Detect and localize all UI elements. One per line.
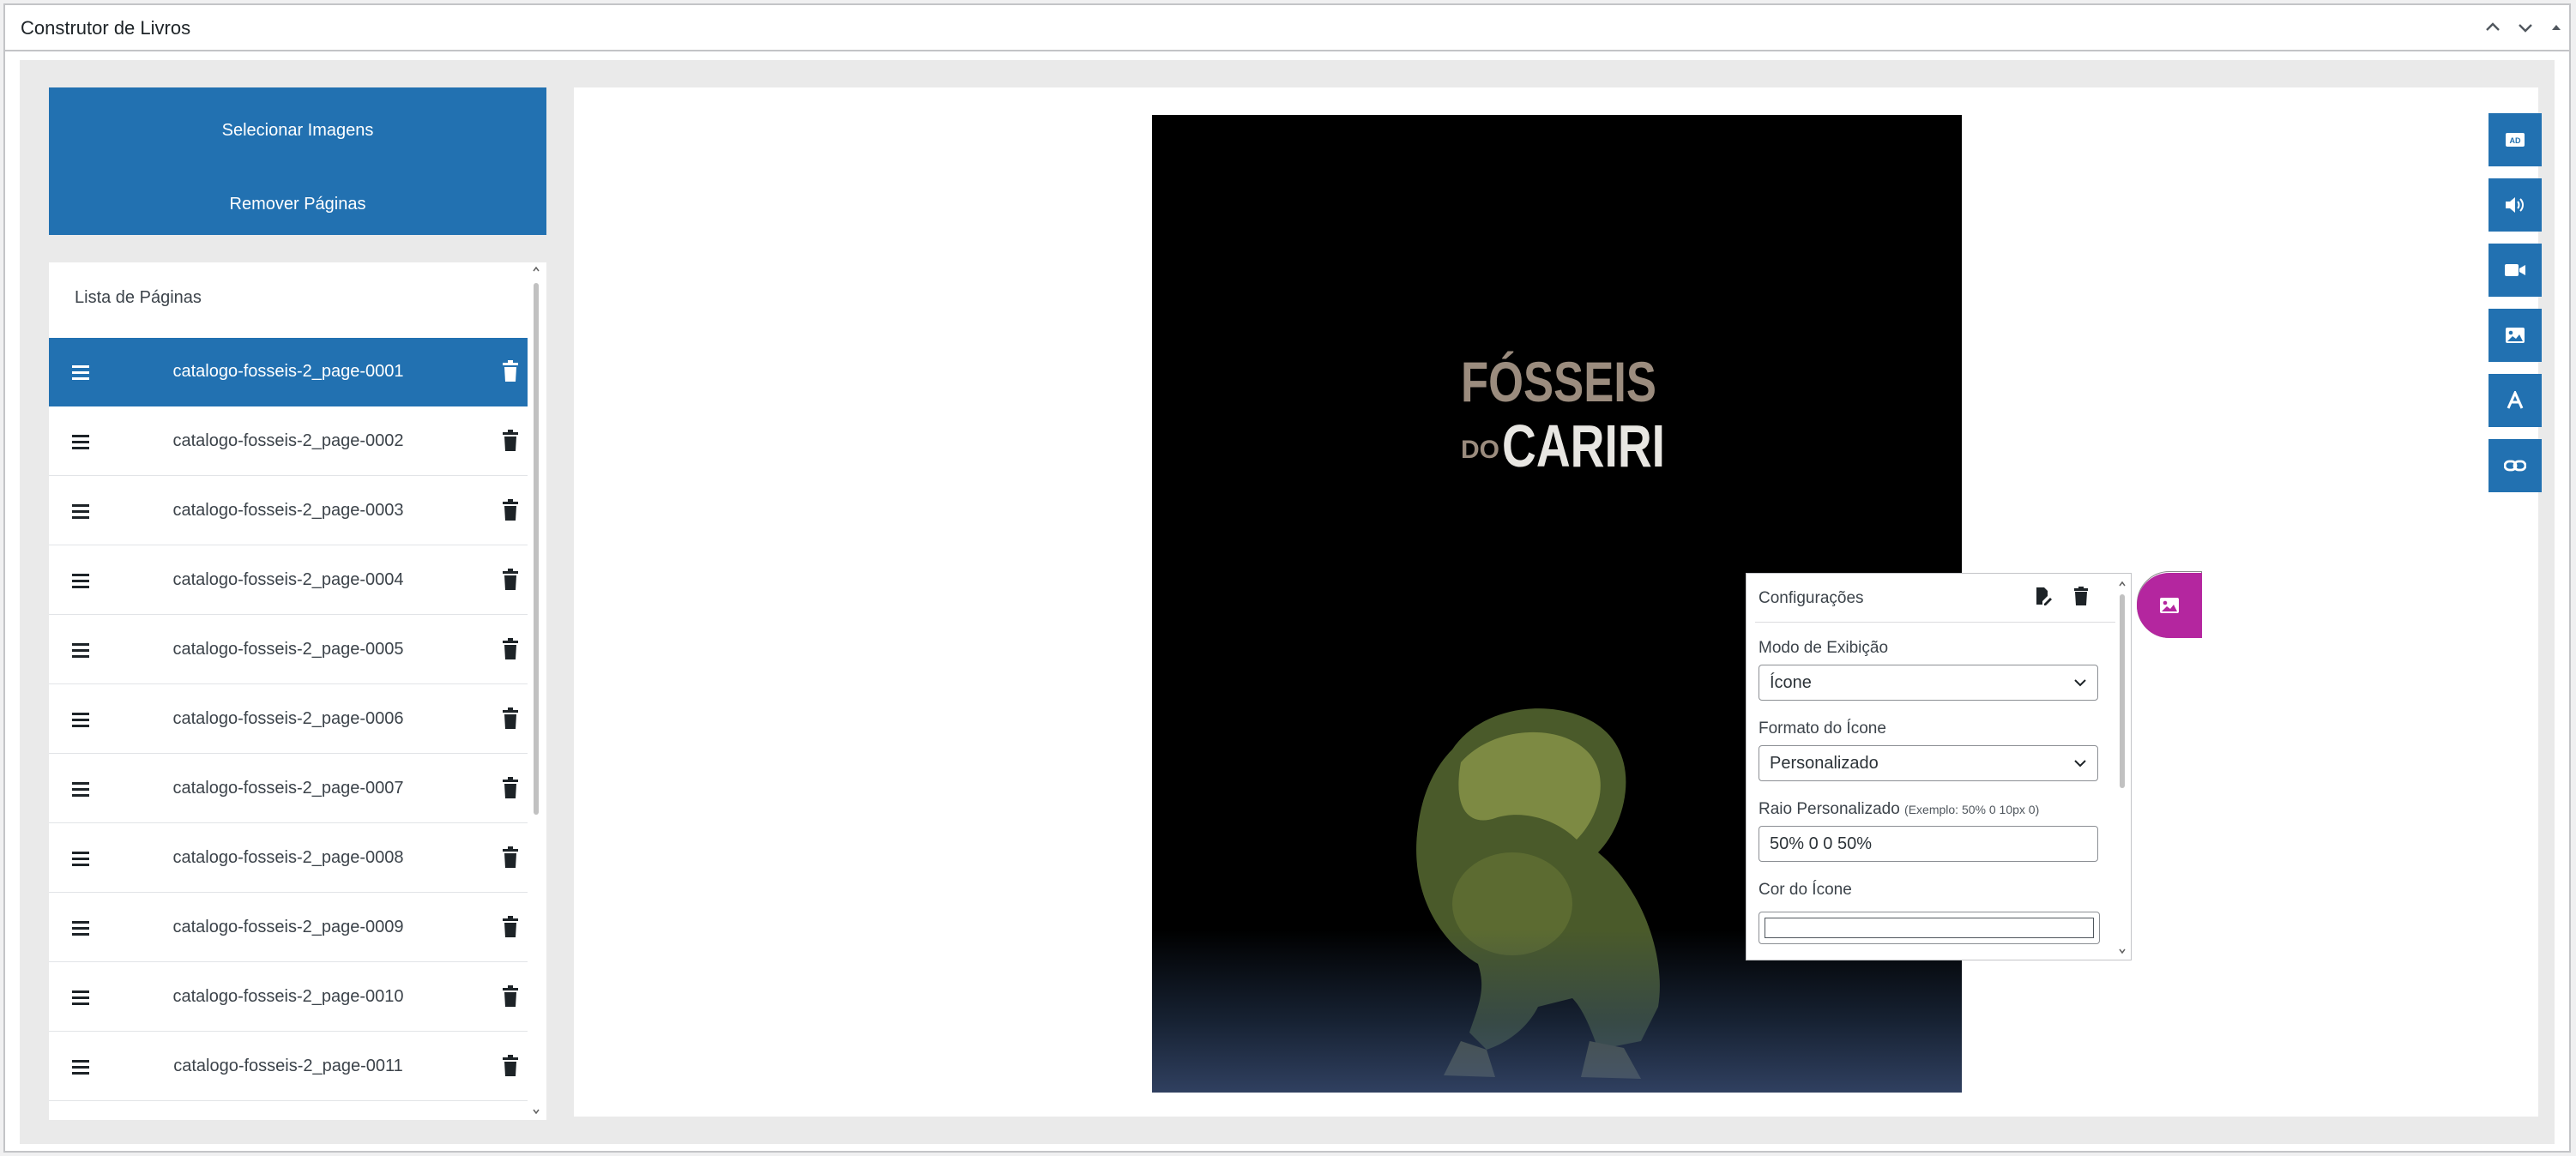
page-list-item[interactable]: catalogo-fosseis-2_page-0009 (49, 894, 528, 962)
page-name: catalogo-fosseis-2_page-0004 (172, 570, 404, 589)
image-button[interactable] (2489, 309, 2542, 362)
chevron-up-icon (2486, 22, 2500, 31)
custom-radius-label: Raio Personalizado (Exemplo: 50% 0 10px … (1759, 800, 2039, 819)
image-icon (2506, 328, 2525, 343)
trash-icon[interactable] (502, 707, 519, 730)
video-icon (2505, 264, 2525, 276)
page-name: catalogo-fosseis-2_page-0003 (172, 501, 404, 520)
page-name: catalogo-fosseis-2_page-0002 (172, 431, 404, 450)
select-images-button[interactable]: Selecionar Imagens (49, 105, 546, 156)
link-icon (2504, 460, 2526, 472)
settings-scrollbar[interactable] (2117, 581, 2127, 958)
link-button[interactable] (2489, 439, 2542, 492)
panel-header: Construtor de Livros (5, 5, 2569, 51)
trash-icon[interactable] (502, 499, 519, 521)
page-name: catalogo-fosseis-2_page-0007 (172, 779, 404, 798)
volume-icon (2506, 197, 2524, 213)
icon-color-label: Cor do Ícone (1759, 881, 1852, 899)
page-actions: Selecionar Imagens Remover Páginas (49, 87, 546, 235)
video-button[interactable] (2489, 244, 2542, 297)
settings-title: Configurações (1759, 589, 1864, 607)
icon-color-picker[interactable] (1759, 912, 2100, 944)
trash-icon[interactable] (502, 360, 519, 382)
page-name: catalogo-fosseis-2_page-0009 (172, 918, 404, 936)
edit-element-button[interactable] (2033, 586, 2054, 606)
panel-title: Construtor de Livros (21, 17, 191, 39)
trash-icon[interactable] (502, 430, 519, 452)
image-icon (2160, 598, 2179, 613)
pages-list-scroll-thumb[interactable] (534, 283, 539, 815)
move-up-button[interactable] (2481, 15, 2505, 39)
page-name: catalogo-fosseis-2_page-0010 (172, 987, 404, 1006)
page-name: catalogo-fosseis-2_page-0001 (172, 362, 404, 381)
pages-list-title: Lista de Páginas (75, 288, 202, 307)
page-list-item[interactable]: catalogo-fosseis-2_page-0007 (49, 755, 528, 823)
scroll-down-arrow-icon[interactable] (533, 1108, 540, 1115)
icon-format-value: Personalizado (1770, 754, 1879, 773)
page-list-item[interactable]: catalogo-fosseis-2_page-0002 (49, 407, 528, 476)
move-down-button[interactable] (2513, 15, 2537, 39)
audio-description-icon: AD (2506, 133, 2525, 147)
trash-icon[interactable] (502, 638, 519, 660)
page-name: catalogo-fosseis-2_page-0011 (173, 1057, 403, 1075)
icon-format-select[interactable]: Personalizado (1759, 745, 2098, 781)
page-list-item[interactable]: catalogo-fosseis-2_page-0004 (49, 546, 528, 615)
chevron-down-icon (2074, 679, 2086, 687)
logo-line-1: FÓSSEIS (1461, 350, 1656, 413)
collapse-toggle-button[interactable] (2544, 15, 2568, 39)
trash-icon[interactable] (502, 569, 519, 591)
page-list-item[interactable]: catalogo-fosseis-2_page-0005 (49, 616, 528, 684)
custom-radius-label-text: Raio Personalizado (1759, 800, 1900, 818)
custom-radius-input[interactable]: 50% 0 0 50% (1759, 826, 2098, 862)
page-list-item[interactable]: catalogo-fosseis-2_page-0001 (49, 338, 528, 406)
custom-radius-value: 50% 0 0 50% (1770, 834, 1872, 853)
page-list-item[interactable]: catalogo-fosseis-2_page-0010 (49, 963, 528, 1032)
text-button[interactable] (2489, 374, 2542, 427)
pages-list: Lista de Páginas catalogo-fosseis-2_page… (49, 262, 546, 1120)
audio-button[interactable] (2489, 178, 2542, 232)
display-mode-select[interactable]: Ícone (1759, 665, 2098, 701)
builder-workspace: Selecionar Imagens Remover Páginas Lista… (20, 60, 2555, 1144)
book-builder-panel: Construtor de Livros Selecionar Imagens … (3, 3, 2571, 1153)
trash-icon[interactable] (502, 1055, 519, 1077)
fosseis-do-cariri-logo: FÓSSEIS DO CARIRI (1457, 348, 1672, 479)
remove-pages-button[interactable]: Remover Páginas (49, 178, 546, 230)
page-list-item[interactable]: catalogo-fosseis-2_page-0011 (49, 1033, 528, 1101)
pages-list-scrollbar[interactable] (531, 266, 541, 1117)
page-editor-canvas: FÓSSEIS DO CARIRI Configurações Modo de … (574, 87, 2542, 1117)
trash-icon (2074, 587, 2088, 605)
icon-color-swatch (1765, 918, 2094, 938)
chevron-down-icon (2074, 760, 2086, 768)
text-icon (2507, 391, 2524, 409)
scroll-up-arrow-icon[interactable] (2119, 581, 2126, 587)
page-name: catalogo-fosseis-2_page-0005 (172, 640, 404, 659)
file-edit-icon (2036, 587, 2052, 605)
scroll-down-arrow-icon[interactable] (2119, 948, 2126, 954)
trash-icon[interactable] (502, 846, 519, 869)
logo-small-word: DO (1461, 436, 1499, 464)
caret-up-icon (2552, 25, 2561, 30)
trash-icon[interactable] (502, 985, 519, 1008)
scroll-up-arrow-icon[interactable] (533, 266, 540, 273)
page-list-item[interactable]: catalogo-fosseis-2_page-0008 (49, 824, 528, 893)
image-hotspot-marker[interactable] (2137, 573, 2202, 638)
page-list-item[interactable]: catalogo-fosseis-2_page-0006 (49, 685, 528, 754)
trash-icon[interactable] (502, 916, 519, 938)
svg-text:AD: AD (2510, 136, 2521, 145)
logo-line-2: CARIRI (1502, 412, 1665, 477)
trash-icon[interactable] (502, 777, 519, 799)
page-name: catalogo-fosseis-2_page-0008 (172, 848, 404, 867)
display-mode-value: Ícone (1770, 673, 1812, 692)
delete-element-button[interactable] (2072, 586, 2093, 606)
chevron-down-icon (2519, 24, 2532, 33)
settings-popup: Configurações Modo de Exibição Ícone For… (1746, 573, 2132, 960)
display-mode-label: Modo de Exibição (1759, 639, 1889, 657)
icon-format-label: Formato do Ícone (1759, 719, 1886, 738)
settings-divider (1755, 622, 2115, 623)
page-list-item[interactable]: catalogo-fosseis-2_page-0003 (49, 477, 528, 545)
audio-description-button[interactable]: AD (2489, 113, 2542, 166)
custom-radius-hint: (Exemplo: 50% 0 10px 0) (1904, 803, 2040, 816)
page-name: catalogo-fosseis-2_page-0006 (172, 709, 404, 728)
settings-scroll-thumb[interactable] (2120, 594, 2125, 788)
